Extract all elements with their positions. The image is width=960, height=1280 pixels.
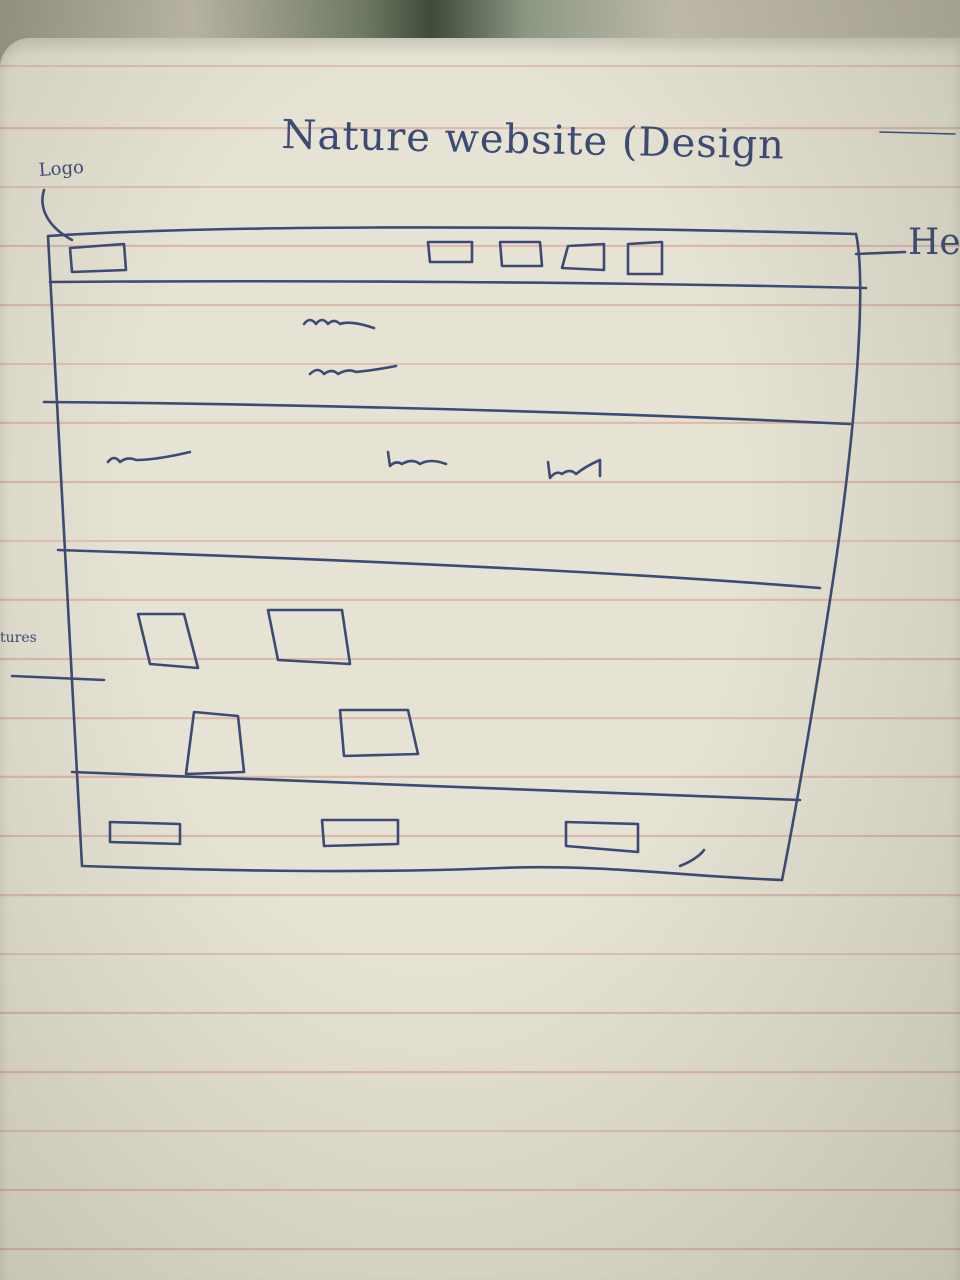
- nav-box-1: [426, 240, 474, 264]
- logo-arrow: [41, 188, 74, 242]
- footer-box-1: [108, 820, 182, 846]
- header-bottom-line: [48, 279, 868, 290]
- nav-box-2: [498, 240, 544, 268]
- nav-box-4: [626, 240, 664, 276]
- frame-bottom: [80, 864, 784, 882]
- logo-box: [68, 242, 128, 274]
- hero-squiggle-2: [308, 364, 398, 376]
- divider-1: [42, 400, 852, 426]
- footer-box-2: [320, 818, 400, 848]
- nav-box-3: [560, 242, 606, 272]
- footer-box-3: [564, 820, 640, 854]
- feature-box-2: [266, 608, 352, 666]
- features-pointer: [10, 674, 106, 682]
- feature-box-4: [338, 708, 420, 758]
- header-pointer: [854, 250, 907, 256]
- wireframe-sketch: [10, 131, 956, 882]
- hero-squiggle-1: [302, 318, 376, 330]
- text-squiggle-3: [546, 458, 602, 480]
- text-squiggle-2: [386, 450, 448, 468]
- frame-top: [46, 226, 858, 238]
- frame-right: [780, 232, 862, 882]
- feature-box-3: [184, 710, 246, 776]
- frame-bottom-curl: [678, 848, 706, 868]
- divider-3: [70, 770, 802, 802]
- divider-2: [56, 548, 822, 590]
- feature-box-1: [136, 612, 200, 670]
- title-dash: [879, 131, 956, 135]
- text-squiggle-1: [106, 450, 192, 464]
